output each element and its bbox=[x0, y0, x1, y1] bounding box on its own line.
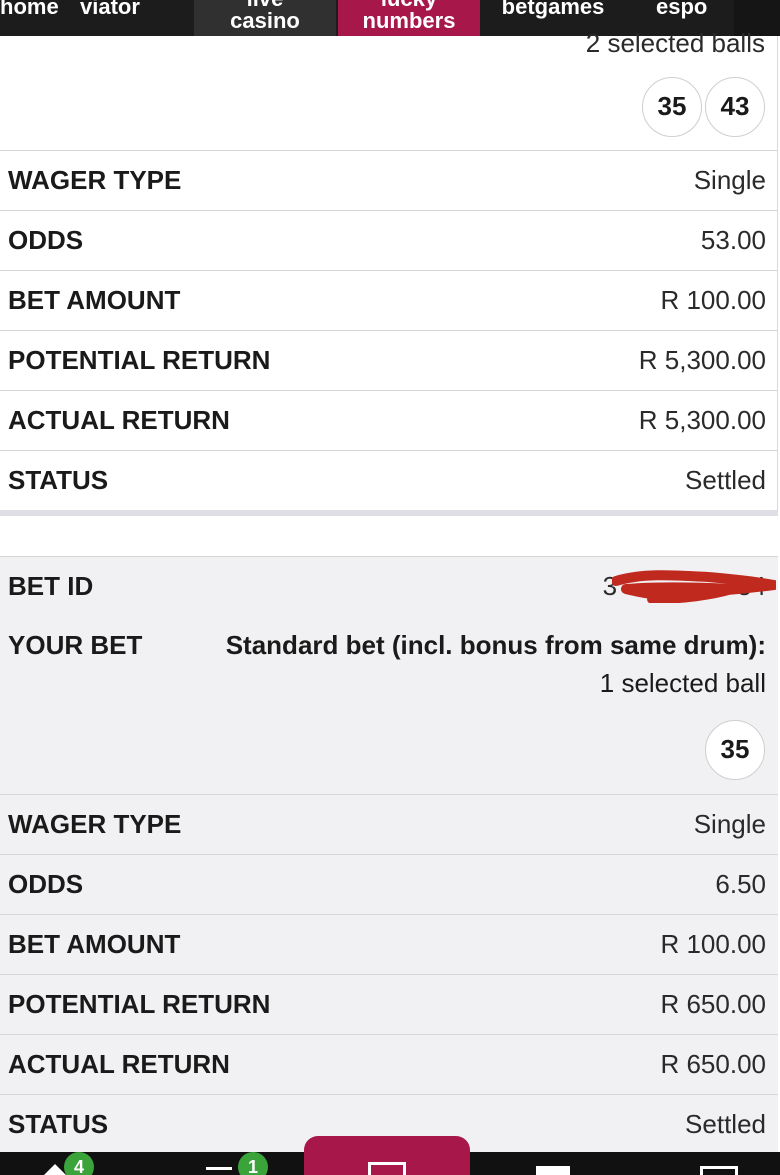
row-value: R 650.00 bbox=[660, 989, 766, 1019]
bet-card-2: BET ID 3 54 YOUR BET Standard bet (incl. … bbox=[0, 556, 778, 1156]
row-label: BET ID bbox=[8, 571, 94, 601]
row-label: ACTUAL RETURN bbox=[8, 405, 230, 435]
row-value: 6.50 bbox=[715, 869, 766, 899]
actual-return-row: ACTUAL RETURN R 5,300.00 bbox=[0, 390, 778, 450]
row-label: POTENTIAL RETURN bbox=[8, 989, 271, 1019]
row-value: R 100.00 bbox=[660, 929, 766, 959]
bottom-nav-bar bbox=[0, 1136, 780, 1175]
selected-balls-text: 1 selected ball bbox=[599, 668, 766, 698]
row-value: Settled bbox=[685, 465, 766, 495]
row-label: BET AMOUNT bbox=[8, 929, 181, 959]
potential-return-row: POTENTIAL RETURN R 650.00 bbox=[0, 974, 778, 1034]
bet-amount-row: BET AMOUNT R 100.00 bbox=[0, 914, 778, 974]
nav-tab-label: viator bbox=[80, 0, 140, 19]
nav-tab-aviator[interactable]: viator bbox=[80, 0, 192, 34]
ball: 35 bbox=[642, 77, 702, 137]
your-bet-label: YOUR BET bbox=[8, 630, 143, 660]
betslip-tab-button[interactable] bbox=[304, 1136, 470, 1175]
redaction-scribble-icon bbox=[612, 570, 776, 603]
row-value: Settled bbox=[685, 1109, 766, 1139]
selected-balls-text: 2 selected balls bbox=[585, 28, 765, 58]
home-notification-badge: 4 bbox=[64, 1152, 94, 1175]
your-bet-description: Standard bet (incl. bonus from same drum… bbox=[225, 630, 766, 660]
row-label: ODDS bbox=[8, 225, 84, 255]
row-label: STATUS bbox=[8, 1109, 109, 1139]
nav-tab-label: espo bbox=[656, 0, 708, 19]
row-value: Single bbox=[693, 809, 766, 839]
nav-tab-label: betgames bbox=[501, 0, 605, 19]
wager-type-row: WAGER TYPE Single bbox=[0, 150, 778, 210]
odds-row: ODDS 6.50 bbox=[0, 854, 778, 914]
ball: 35 bbox=[705, 720, 765, 780]
row-label: ACTUAL RETURN bbox=[8, 1049, 230, 1079]
nav-tab-label-line2: numbers bbox=[362, 8, 456, 33]
row-label: ODDS bbox=[8, 869, 84, 899]
row-label: BET AMOUNT bbox=[8, 285, 181, 315]
bet-amount-row: BET AMOUNT R 100.00 bbox=[0, 270, 778, 330]
nav-tab-home[interactable]: home bbox=[0, 0, 76, 34]
nav-tab-label-line2: casino bbox=[230, 8, 300, 33]
bet-card-1: 2 selected balls 35 43 WAGER TYPE Single… bbox=[0, 28, 778, 510]
potential-return-row: POTENTIAL RETURN R 5,300.00 bbox=[0, 330, 778, 390]
section-gap bbox=[0, 516, 778, 556]
actual-return-row: ACTUAL RETURN R 650.00 bbox=[0, 1034, 778, 1094]
home-icon[interactable] bbox=[44, 1164, 66, 1175]
row-value: 53.00 bbox=[700, 225, 766, 255]
my-bets-icon[interactable] bbox=[206, 1167, 232, 1175]
row-value: R 100.00 bbox=[660, 285, 766, 315]
menu-icon[interactable] bbox=[536, 1166, 570, 1175]
account-icon[interactable] bbox=[700, 1166, 738, 1175]
row-label: WAGER TYPE bbox=[8, 809, 182, 839]
row-label: WAGER TYPE bbox=[8, 165, 182, 195]
ball: 43 bbox=[705, 77, 765, 137]
nav-tab-lucky-numbers[interactable]: lucky numbers bbox=[338, 0, 480, 36]
row-value: R 5,300.00 bbox=[638, 345, 766, 375]
wager-type-row: WAGER TYPE Single bbox=[0, 794, 778, 854]
row-value: Single bbox=[693, 165, 766, 195]
odds-row: ODDS 53.00 bbox=[0, 210, 778, 270]
status-row: STATUS Settled bbox=[0, 450, 778, 510]
nav-tab-live-casino[interactable]: live casino bbox=[194, 0, 336, 36]
row-value: R 650.00 bbox=[660, 1049, 766, 1079]
row-label: STATUS bbox=[8, 465, 109, 495]
bet-id-row: BET ID 3 54 bbox=[0, 556, 778, 616]
betslip-icon bbox=[368, 1162, 406, 1175]
nav-tab-label: home bbox=[0, 0, 59, 19]
bets-count-badge: 1 bbox=[238, 1152, 268, 1175]
row-label: POTENTIAL RETURN bbox=[8, 345, 271, 375]
row-value: R 5,300.00 bbox=[638, 405, 766, 435]
